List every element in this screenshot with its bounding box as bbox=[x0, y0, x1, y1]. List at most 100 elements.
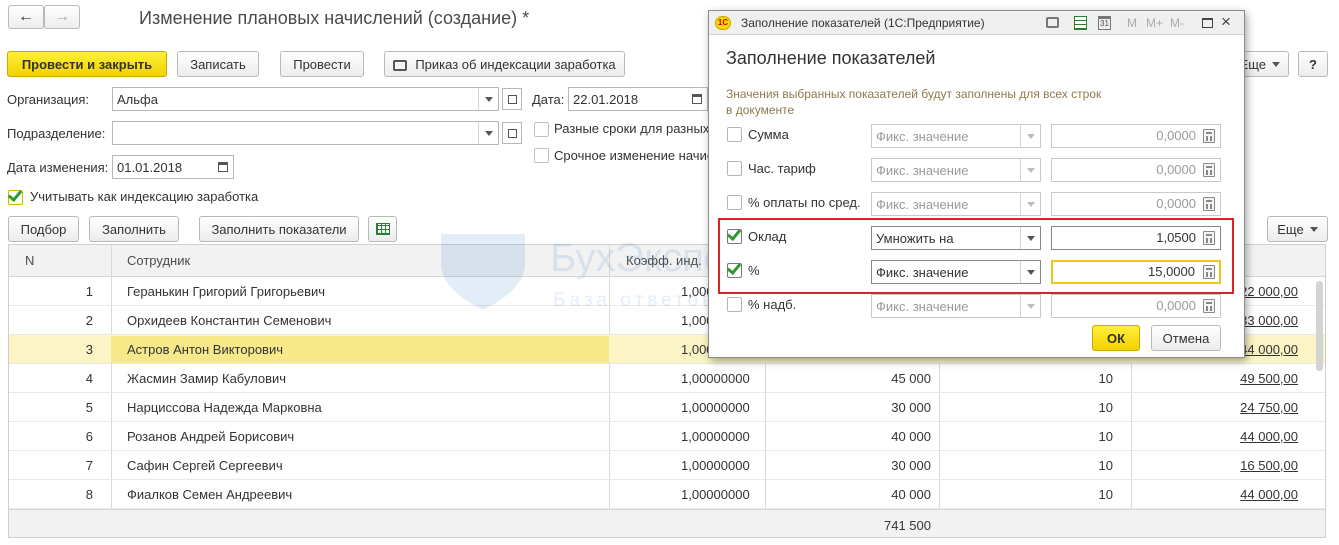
indexation-checkbox[interactable] bbox=[7, 186, 23, 205]
table-row[interactable]: 4 Жасмин Замир Кабулович 1,00000000 45 000 1… bbox=[9, 364, 1325, 393]
table-row[interactable]: 6 Розанов Андрей Борисович 1,00000000 40 00… bbox=[9, 422, 1325, 451]
different-terms-checkbox[interactable] bbox=[534, 122, 549, 137]
page-title: Изменение плановых начислений (создание)… bbox=[139, 8, 530, 28]
maximize-icon[interactable] bbox=[1202, 18, 1213, 28]
indicator-mode-value: Фикс. значение bbox=[876, 298, 969, 314]
organization-open-button[interactable] bbox=[502, 88, 522, 110]
column-header-employee[interactable]: Сотрудник bbox=[127, 245, 190, 277]
mode-dropdown-button[interactable] bbox=[1020, 125, 1040, 147]
salary-value: 30 000 bbox=[891, 400, 931, 415]
indicator-value-field[interactable]: 0,0000 bbox=[1051, 192, 1221, 216]
amount-link[interactable]: 16 500,00 bbox=[1139, 451, 1298, 480]
employee-name: Орхидеев Константин Семенович bbox=[127, 313, 332, 328]
fill-button[interactable]: Заполнить bbox=[89, 216, 179, 242]
indicator-mode-select[interactable]: Фикс. значение bbox=[871, 158, 1041, 182]
calculator-icon[interactable] bbox=[1203, 197, 1215, 211]
memory-icon[interactable]: M bbox=[1127, 16, 1137, 30]
chevron-down-icon bbox=[1026, 303, 1035, 309]
table-grid-icon bbox=[375, 223, 390, 235]
help-button[interactable]: ? bbox=[1298, 51, 1328, 77]
ok-button[interactable]: ОК bbox=[1092, 325, 1140, 351]
column-header-n[interactable]: N bbox=[25, 245, 34, 277]
change-date-calendar-button[interactable] bbox=[213, 156, 233, 178]
amount-link[interactable]: 24 750,00 bbox=[1139, 393, 1298, 422]
change-date-value: 01.01.2018 bbox=[117, 159, 183, 175]
forward-button[interactable]: → bbox=[44, 5, 80, 29]
table-more-label: Еще bbox=[1277, 221, 1304, 237]
select-button[interactable]: Подбор bbox=[8, 216, 79, 242]
chevron-down-icon bbox=[484, 96, 493, 102]
app-logo: 1С bbox=[715, 16, 731, 30]
column-header-coefficient[interactable]: Коэфф. инд. bbox=[626, 245, 702, 277]
checkmark-icon bbox=[7, 186, 23, 203]
table-icon[interactable] bbox=[1074, 16, 1087, 30]
calculator-icon[interactable] bbox=[1203, 299, 1215, 313]
highlight-frame bbox=[718, 218, 1234, 294]
save-button[interactable]: Записать bbox=[177, 51, 259, 77]
dialog-hint: Значения выбранных показателей будут зап… bbox=[726, 87, 1102, 117]
mode-dropdown-button[interactable] bbox=[1020, 295, 1040, 317]
indicator-value-field[interactable]: 0,0000 bbox=[1051, 124, 1221, 148]
chevron-down-icon bbox=[1272, 61, 1280, 67]
indicator-value-field[interactable]: 0,0000 bbox=[1051, 158, 1221, 182]
post-button[interactable]: Провести bbox=[280, 51, 364, 77]
amount-link[interactable]: 49 500,00 bbox=[1139, 364, 1298, 393]
row-number: 6 bbox=[85, 429, 93, 444]
indicator-mode-select[interactable]: Фикс. значение bbox=[871, 294, 1041, 318]
urgent-change-label: Срочное изменение начис bbox=[554, 148, 714, 163]
indicator-checkbox[interactable] bbox=[727, 195, 742, 210]
indicator-checkbox[interactable] bbox=[727, 297, 742, 312]
indicator-checkbox[interactable] bbox=[727, 127, 742, 142]
employee-name: Сафин Сергей Сергеевич bbox=[127, 458, 283, 473]
change-date-label: Дата изменения: bbox=[7, 160, 109, 175]
indexation-order-label: Приказ об индексации заработка bbox=[415, 56, 616, 72]
salary-value: 40 000 bbox=[891, 429, 931, 444]
close-icon[interactable]: × bbox=[1221, 12, 1231, 32]
cancel-button[interactable]: Отмена bbox=[1151, 325, 1221, 351]
memory-plus-icon[interactable]: M+ bbox=[1146, 16, 1163, 30]
amount-link[interactable]: 44 000,00 bbox=[1139, 422, 1298, 451]
department-open-button[interactable] bbox=[502, 122, 522, 144]
date-field[interactable]: 22.01.2018 bbox=[568, 87, 708, 111]
memory-minus-icon[interactable]: M- bbox=[1170, 16, 1184, 30]
post-and-close-button[interactable]: Провести и закрыть bbox=[7, 51, 167, 77]
salary-value: 30 000 bbox=[891, 458, 931, 473]
indicator-mode-select[interactable]: Фикс. значение bbox=[871, 192, 1041, 216]
table-row[interactable]: 8 Фиалков Семен Андреевич 1,00000000 40 000… bbox=[9, 480, 1325, 509]
table-more-button[interactable]: Еще bbox=[1267, 216, 1328, 242]
dialog-window-title: Заполнение показателей (1С:Предприятие) bbox=[741, 16, 985, 30]
urgent-change-checkbox[interactable] bbox=[534, 148, 549, 163]
calendar-icon[interactable]: 31 bbox=[1098, 16, 1111, 30]
dialog-heading: Заполнение показателей bbox=[726, 48, 936, 68]
department-dropdown[interactable] bbox=[478, 122, 498, 144]
employee-name: Астров Антон Викторович bbox=[127, 342, 283, 357]
table-settings-button[interactable] bbox=[368, 216, 397, 242]
indicator-checkbox[interactable] bbox=[727, 161, 742, 176]
employee-name: Жасмин Замир Кабулович bbox=[127, 371, 287, 386]
indicator-value-field[interactable]: 0,0000 bbox=[1051, 294, 1221, 318]
fill-indicators-button[interactable]: Заполнить показатели bbox=[199, 216, 359, 242]
print-icon[interactable] bbox=[1046, 17, 1059, 28]
back-button[interactable]: ← bbox=[8, 5, 44, 29]
table-row[interactable]: 5 Нарциссова Надежда Марковна 1,00000000 30… bbox=[9, 393, 1325, 422]
different-terms-label: Разные сроки для разных bbox=[554, 121, 710, 136]
row-number: 3 bbox=[85, 342, 93, 357]
change-date-field[interactable]: 01.01.2018 bbox=[112, 155, 234, 179]
organization-dropdown[interactable] bbox=[478, 88, 498, 110]
table-row[interactable]: 7 Сафин Сергей Сергеевич 1,00000000 30 000 1… bbox=[9, 451, 1325, 480]
open-icon bbox=[507, 128, 517, 138]
department-field[interactable] bbox=[112, 121, 499, 145]
calculator-icon[interactable] bbox=[1203, 163, 1215, 177]
amount-link[interactable]: 44 000,00 bbox=[1139, 480, 1298, 509]
scrollbar[interactable] bbox=[1316, 281, 1323, 371]
indexation-order-button[interactable]: Приказ об индексации заработка bbox=[384, 51, 625, 77]
indicator-label: % оплаты по сред. bbox=[748, 195, 861, 210]
mode-dropdown-button[interactable] bbox=[1020, 193, 1040, 215]
organization-value: Альфа bbox=[117, 91, 158, 107]
calculator-icon[interactable] bbox=[1203, 129, 1215, 143]
mode-dropdown-button[interactable] bbox=[1020, 159, 1040, 181]
indicator-mode-select[interactable]: Фикс. значение bbox=[871, 124, 1041, 148]
date-calendar-button[interactable] bbox=[687, 88, 707, 110]
organization-field[interactable]: Альфа bbox=[112, 87, 499, 111]
employee-name: Фиалков Семен Андреевич bbox=[127, 487, 293, 502]
